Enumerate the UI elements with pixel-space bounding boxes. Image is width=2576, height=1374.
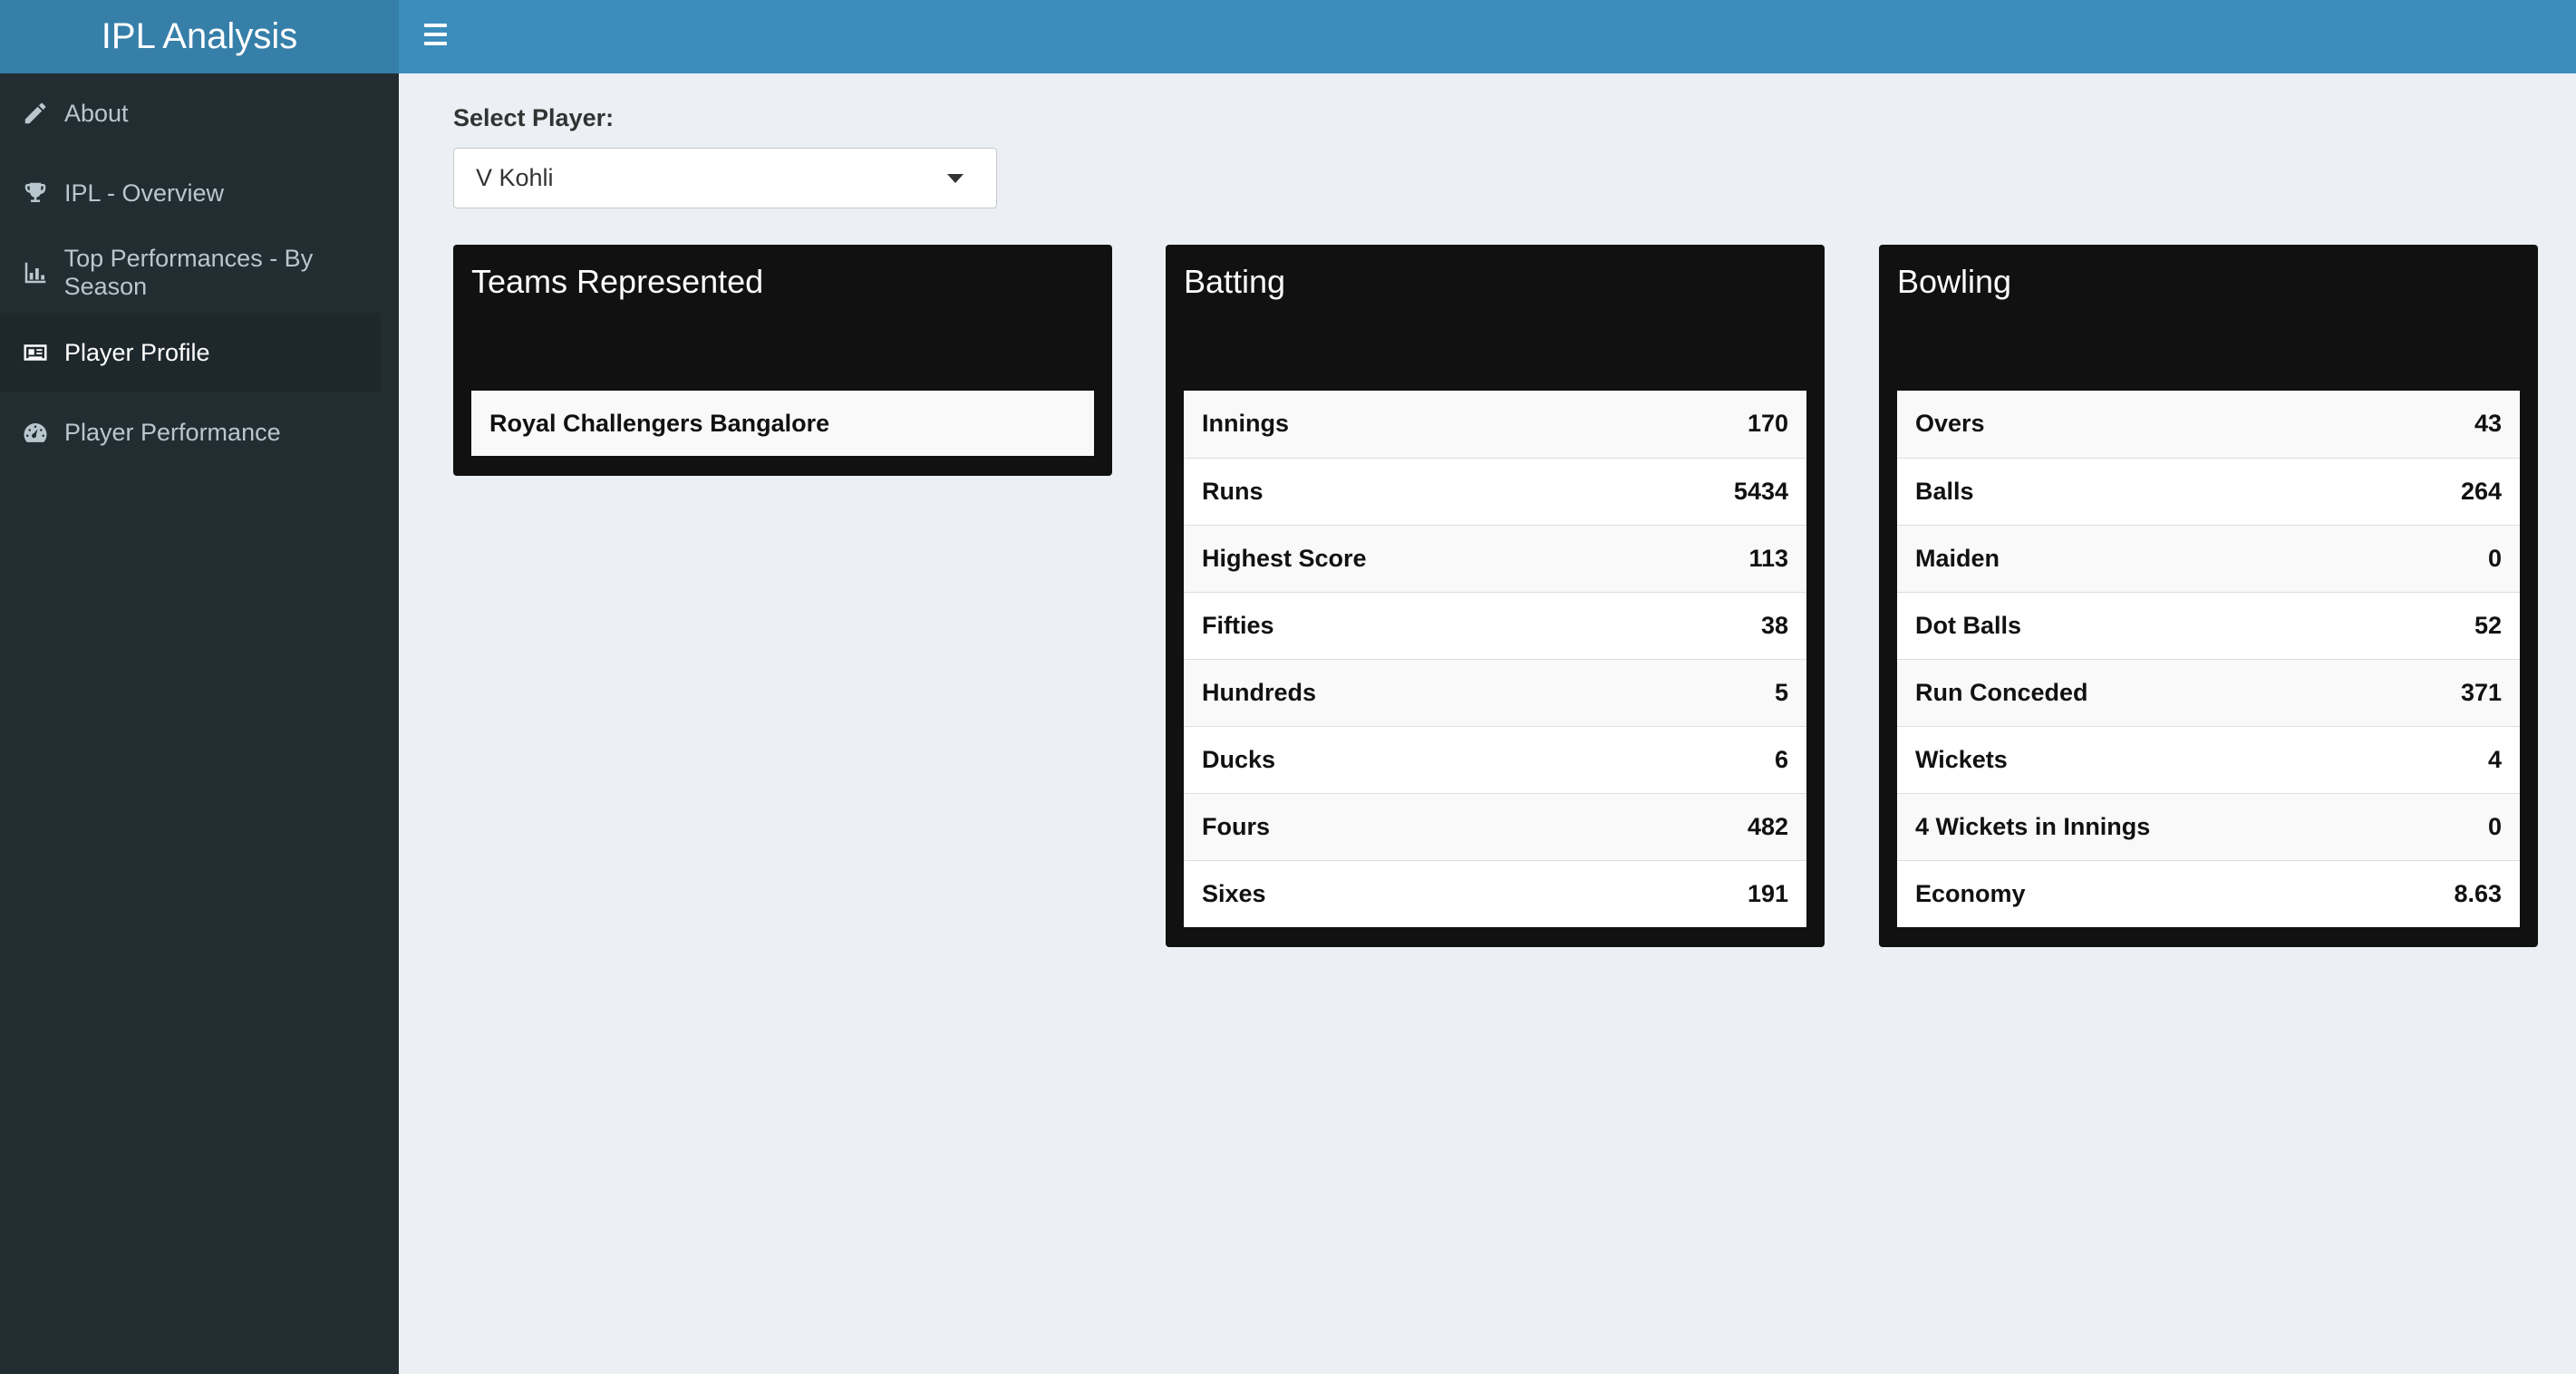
sidebar-item-top-performances[interactable]: Top Performances - By Season — [0, 233, 399, 313]
table-row: Ducks 6 — [1184, 726, 1806, 793]
sidebar-toggle-icon[interactable] — [424, 16, 460, 53]
table-row: Dot Balls 52 — [1897, 592, 2520, 659]
stat-value: 0 — [2487, 544, 2502, 572]
sidebar-item-label: Player Profile — [64, 338, 210, 366]
batting-box: Batting Innings 170 Runs 5434 Highest Scor… — [1166, 245, 1825, 947]
pencil-icon — [19, 97, 52, 130]
sidebar-item-ipl-overview[interactable]: IPL - Overview — [0, 153, 399, 233]
table-row: Overs 43 — [1897, 391, 2520, 458]
stat-label: Overs — [1915, 410, 1985, 438]
table-row: Fifties 38 — [1184, 592, 1806, 659]
player-select-label: Select Player: — [453, 104, 615, 131]
bowling-box-title: Bowling — [1897, 263, 2012, 300]
batting-table: Innings 170 Runs 5434 Highest Score 113 Fif… — [1184, 391, 1806, 927]
stat-value: 371 — [2460, 678, 2502, 706]
stat-label: Runs — [1202, 477, 1264, 505]
stat-value: 52 — [2474, 611, 2502, 639]
sidebar-item-label: Player Performance — [64, 418, 281, 446]
trophy-icon — [19, 177, 52, 209]
stat-value: 170 — [1747, 410, 1788, 438]
stat-value: 5 — [1774, 678, 1788, 706]
sidebar-item-label: Top Performances - By Season — [63, 245, 314, 300]
stat-value: 0 — [2487, 812, 2502, 840]
stat-label: Fours — [1202, 812, 1271, 840]
id-card-icon — [19, 336, 52, 369]
table-row: Fours 482 — [1184, 793, 1806, 860]
stat-label: Ducks — [1202, 745, 1276, 773]
sidebar-item-player-performance[interactable]: Player Performance — [0, 392, 399, 472]
stat-label: Dot Balls — [1915, 611, 2022, 639]
dashboard-icon — [19, 416, 52, 449]
stat-label: 4 Wickets in Innings — [1915, 812, 2151, 840]
stat-label: Run Conceded — [1915, 678, 2088, 706]
chevron-down-icon — [947, 174, 964, 183]
stat-value: 264 — [2460, 477, 2502, 505]
table-row: Runs 5434 — [1184, 458, 1806, 525]
bowling-box: Bowling Overs 43 Balls 264 Maiden 0 Dot Bal… — [1879, 245, 2538, 947]
sidebar-item-label: IPL - Overview — [64, 179, 225, 207]
stat-label: Hundreds — [1202, 678, 1317, 706]
table-row: Innings 170 — [1184, 391, 1806, 458]
table-row: Wickets 4 — [1897, 726, 2520, 793]
stat-value: 8.63 — [2454, 879, 2502, 907]
player-select-dropdown[interactable]: V Kohli — [453, 148, 997, 208]
stat-value: 6 — [1774, 745, 1788, 773]
stat-value: 191 — [1747, 879, 1788, 907]
teams-box: Teams Represented Royal Challengers Bang… — [453, 245, 1112, 476]
sidebar: About IPL - Overview Top Performances - … — [0, 73, 399, 1374]
team-item: Royal Challengers Bangalore — [471, 391, 1094, 456]
stat-label: Innings — [1202, 410, 1289, 438]
stat-value: 4 — [2487, 745, 2502, 773]
stat-label: Fifties — [1202, 611, 1274, 639]
teams-box-title: Teams Represented — [471, 263, 764, 300]
table-row: 4 Wickets in Innings 0 — [1897, 793, 2520, 860]
stat-label: Economy — [1915, 879, 2026, 907]
stat-value: 38 — [1760, 611, 1788, 639]
stat-label: Highest Score — [1202, 544, 1367, 572]
table-row: Balls 264 — [1897, 458, 2520, 525]
table-row: Economy 8.63 — [1897, 860, 2520, 927]
bar-chart-icon — [19, 256, 52, 289]
player-select-value: V Kohli — [476, 164, 554, 191]
stat-label: Maiden — [1915, 544, 2000, 572]
sidebar-item-about[interactable]: About — [0, 73, 399, 153]
stat-value: 113 — [1748, 544, 1788, 572]
top-navbar — [399, 0, 2576, 73]
table-row: Hundreds 5 — [1184, 659, 1806, 726]
table-row: Maiden 0 — [1897, 525, 2520, 592]
batting-box-title: Batting — [1184, 263, 1286, 300]
stat-value: 482 — [1747, 812, 1788, 840]
stat-label: Balls — [1915, 477, 1974, 505]
stat-label: Sixes — [1202, 879, 1266, 907]
bowling-table: Overs 43 Balls 264 Maiden 0 Dot Balls 52 Run… — [1897, 391, 2520, 927]
stat-value: 5434 — [1733, 477, 1788, 505]
table-row: Sixes 191 — [1184, 860, 1806, 927]
table-row: Run Conceded 371 — [1897, 659, 2520, 726]
table-row: Highest Score 113 — [1184, 525, 1806, 592]
app-title: IPL Analysis — [101, 16, 298, 56]
stat-value: 43 — [2474, 410, 2502, 438]
main-content: Select Player: V Kohli Teams Represented… — [399, 73, 2576, 1374]
sidebar-item-label: About — [64, 99, 129, 127]
app-logo[interactable]: IPL Analysis — [0, 0, 399, 73]
sidebar-item-player-profile[interactable]: Player Profile — [0, 313, 381, 392]
stat-label: Wickets — [1915, 745, 2008, 773]
